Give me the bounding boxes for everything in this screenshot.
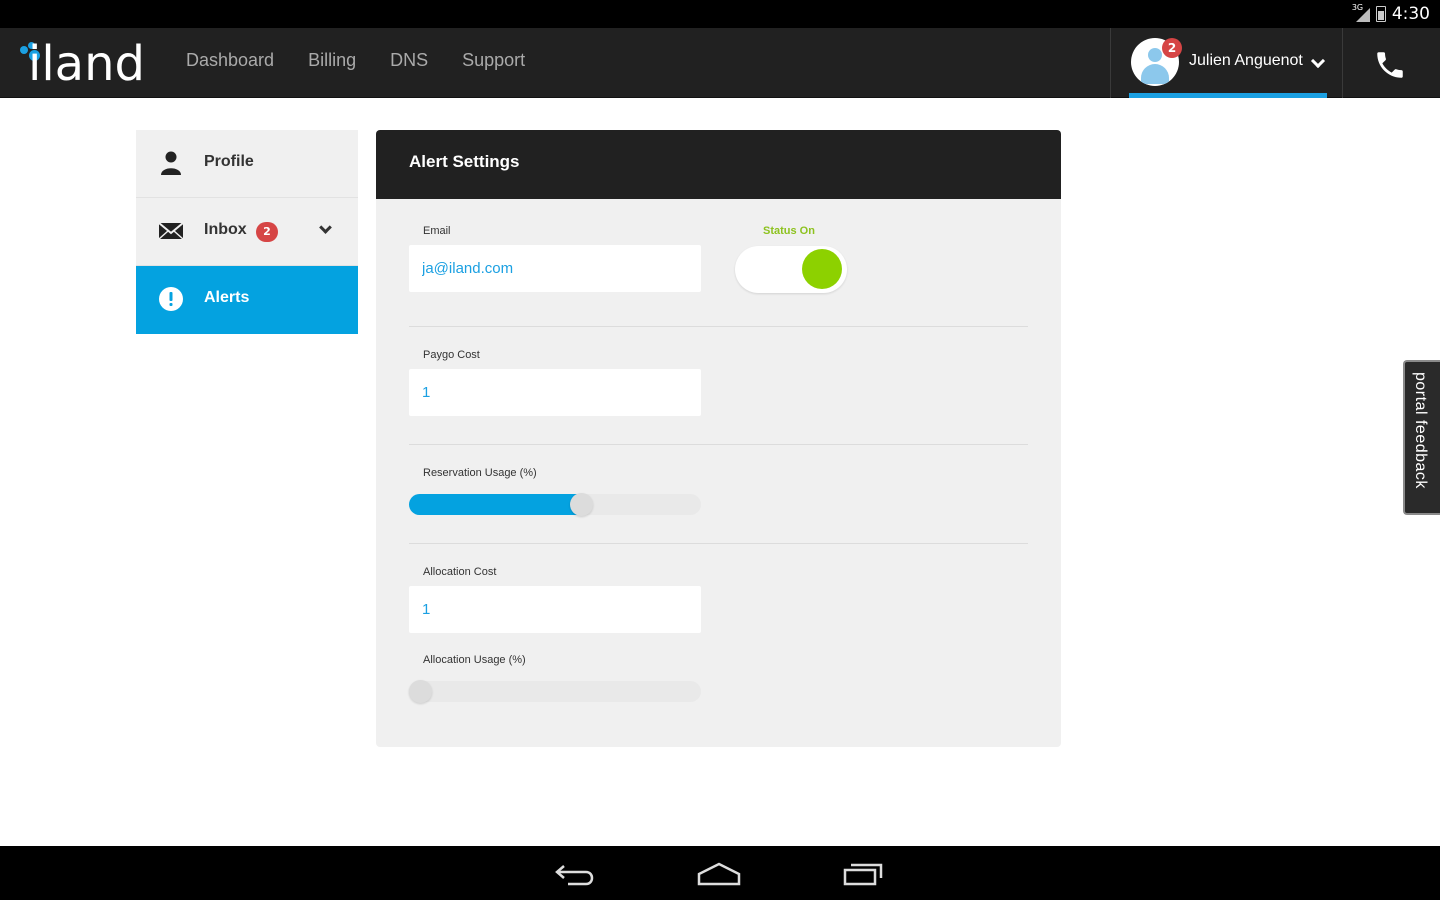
chevron-down-icon[interactable]: [319, 221, 332, 234]
settings-sidebar: Profile Inbox 2 Alerts: [136, 130, 358, 334]
alert-settings-panel: Alert Settings Email Status On Paygo Cos…: [376, 130, 1061, 747]
top-navigation: iland Dashboard Billing DNS Support 2 Ju…: [0, 28, 1440, 98]
recent-apps-icon[interactable]: [838, 858, 888, 888]
sidebar-item-inbox[interactable]: Inbox 2: [136, 198, 358, 266]
back-icon[interactable]: [552, 858, 602, 888]
system-navigation-bar: [0, 846, 1440, 900]
allocation-cost-label: Allocation Cost: [423, 566, 497, 578]
active-indicator: [1129, 93, 1327, 98]
inbox-badge: 2: [256, 222, 278, 242]
nav-link-support[interactable]: Support: [462, 50, 525, 71]
feedback-label: portal feedback: [1412, 372, 1429, 489]
email-label: Email: [423, 225, 451, 237]
divider: [409, 444, 1028, 445]
phone-icon: [1377, 52, 1403, 78]
divider: [409, 326, 1028, 327]
nav-link-billing[interactable]: Billing: [308, 50, 356, 71]
sidebar-item-alerts[interactable]: Alerts: [136, 266, 358, 334]
nav-link-dashboard[interactable]: Dashboard: [186, 50, 274, 71]
paygo-cost-label: Paygo Cost: [423, 349, 480, 361]
sidebar-item-label: Alerts: [204, 289, 250, 306]
sidebar-item-label: Inbox: [204, 221, 247, 238]
user-menu[interactable]: 2 Julien Anguenot: [1110, 28, 1342, 98]
status-toggle[interactable]: [735, 246, 847, 293]
alert-icon: [159, 287, 183, 311]
chevron-down-icon: [1310, 53, 1326, 69]
status-label: Status On: [763, 225, 815, 237]
nav-link-dns[interactable]: DNS: [390, 50, 428, 71]
person-icon: [161, 151, 181, 175]
envelope-icon: [158, 222, 184, 240]
panel-title: Alert Settings: [409, 152, 520, 171]
user-name: Julien Anguenot: [1189, 52, 1303, 69]
divider: [409, 543, 1028, 544]
slider-thumb[interactable]: [409, 680, 432, 703]
signal-icon: 3G: [1352, 3, 1370, 23]
phone-button[interactable]: [1342, 28, 1440, 98]
reservation-usage-label: Reservation Usage (%): [423, 467, 537, 479]
clock: 4:30: [1391, 4, 1430, 24]
system-status-bar: 3G 4:30: [0, 0, 1440, 28]
slider-thumb[interactable]: [569, 493, 593, 516]
notification-badge: 2: [1162, 38, 1182, 58]
battery-icon: [1375, 6, 1386, 22]
reservation-usage-slider[interactable]: [409, 493, 701, 516]
logo-wordmark: iland: [28, 36, 145, 92]
allocation-usage-slider[interactable]: [409, 680, 701, 703]
sidebar-item-profile[interactable]: Profile: [136, 130, 358, 198]
allocation-usage-label: Allocation Usage (%): [423, 654, 526, 666]
toggle-knob: [802, 249, 842, 289]
slider-fill: [409, 494, 582, 515]
panel-header: Alert Settings: [376, 130, 1061, 199]
sidebar-item-label: Profile: [204, 153, 254, 170]
portal-feedback-tab[interactable]: portal feedback: [1403, 360, 1440, 515]
iland-logo[interactable]: iland: [18, 34, 153, 92]
email-field[interactable]: [409, 245, 701, 292]
allocation-cost-field[interactable]: [409, 586, 701, 633]
paygo-cost-field[interactable]: [409, 369, 701, 416]
home-icon[interactable]: [694, 858, 744, 888]
main-nav: Dashboard Billing DNS Support: [186, 50, 525, 71]
